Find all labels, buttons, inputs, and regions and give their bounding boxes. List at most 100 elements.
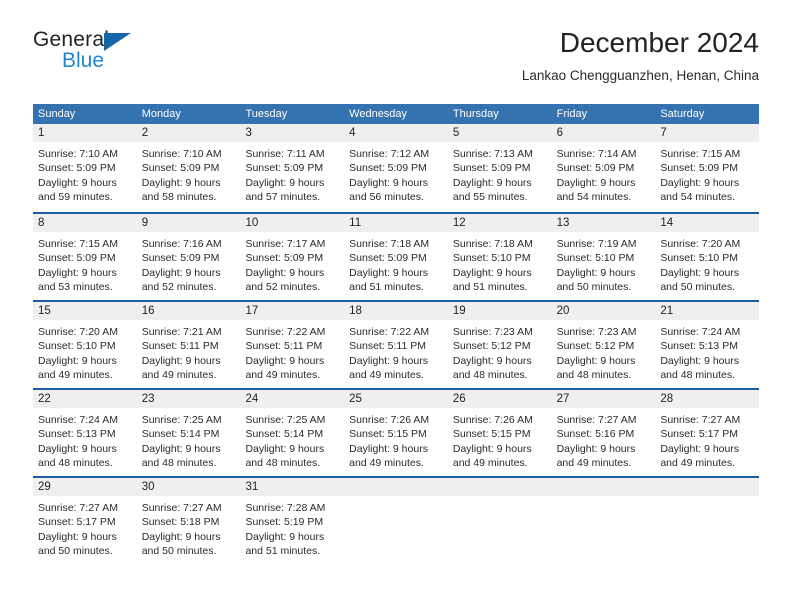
sunset-time: Sunset: 5:09 PM (452, 162, 531, 175)
sunrise-time: Sunrise: 7:26 AM (452, 414, 533, 426)
day-details: Sunrise: 7:21 AM Sunset: 5:11 PM Daylight:… (137, 320, 241, 382)
day-number: 27 (551, 390, 656, 408)
day-number: 4 (344, 124, 448, 142)
sunrise-time: Sunrise: 7:15 AM (660, 148, 741, 160)
calendar-day-cell[interactable]: 17 Sunrise: 7:22 AM Sunset: 5:11 PM Dayligh… (240, 302, 345, 388)
sunset-time: Sunset: 5:12 PM (452, 340, 531, 353)
calendar-day-cell[interactable]: 8 Sunrise: 7:15 AM Sunset: 5:09 PM Daylight… (33, 214, 137, 300)
day-number: 17 (240, 302, 345, 320)
sunrise-time: Sunrise: 7:16 AM (141, 238, 222, 250)
sunset-time: Sunset: 5:15 PM (349, 428, 427, 441)
calendar-day-cell[interactable]: 13 Sunrise: 7:19 AM Sunset: 5:10 PM Dayligh… (551, 214, 656, 300)
daylight-duration-line2: and 48 minutes. (452, 368, 528, 381)
sunset-time: Sunset: 5:17 PM (660, 428, 738, 441)
calendar-day-cell[interactable]: 10 Sunrise: 7:17 AM Sunset: 5:09 PM Dayligh… (240, 214, 345, 300)
calendar-day-cell-empty (447, 478, 552, 564)
day-details: Sunrise: 7:25 AM Sunset: 5:14 PM Daylight:… (240, 408, 344, 470)
daylight-duration-line2: and 49 minutes. (556, 456, 632, 469)
calendar-day-cell[interactable]: 22 Sunrise: 7:24 AM Sunset: 5:13 PM Dayligh… (33, 390, 137, 476)
sunset-time: Sunset: 5:12 PM (556, 340, 635, 353)
sunset-time: Sunset: 5:18 PM (141, 516, 220, 529)
calendar-day-cell[interactable]: 16 Sunrise: 7:21 AM Sunset: 5:11 PM Dayligh… (136, 302, 241, 388)
calendar-day-cell[interactable]: 27 Sunrise: 7:27 AM Sunset: 5:16 PM Dayligh… (551, 390, 656, 476)
sunrise-time: Sunrise: 7:18 AM (349, 238, 430, 250)
calendar-day-cell[interactable]: 5 Sunrise: 7:13 AM Sunset: 5:09 PM Daylight… (447, 124, 552, 212)
day-number: 28 (655, 390, 760, 408)
calendar-day-cell[interactable]: 12 Sunrise: 7:18 AM Sunset: 5:10 PM Dayligh… (447, 214, 552, 300)
daylight-duration-line1: Daylight: 9 hours (452, 354, 532, 367)
calendar-day-cell[interactable]: 21 Sunrise: 7:24 AM Sunset: 5:13 PM Dayligh… (655, 302, 760, 388)
calendar-day-cell[interactable]: 2 Sunrise: 7:10 AM Sunset: 5:09 PM Daylight… (136, 124, 241, 212)
calendar-day-cell[interactable]: 4 Sunrise: 7:12 AM Sunset: 5:09 PM Daylight… (344, 124, 448, 212)
day-details: Sunrise: 7:15 AM Sunset: 5:09 PM Daylight:… (655, 142, 759, 204)
day-number: 13 (551, 214, 656, 232)
daylight-duration-line2: and 48 minutes. (556, 368, 632, 381)
calendar-day-cell[interactable]: 29 Sunrise: 7:27 AM Sunset: 5:17 PM Dayligh… (33, 478, 137, 564)
day-number: 18 (344, 302, 448, 320)
daylight-duration-line2: and 58 minutes. (141, 190, 217, 203)
weekday-header-row: Sunday Monday Tuesday Wednesday Thursday… (33, 104, 759, 124)
day-number: 6 (551, 124, 656, 142)
day-number (447, 478, 552, 496)
day-details: Sunrise: 7:28 AM Sunset: 5:19 PM Daylight:… (240, 496, 344, 558)
calendar-day-cell[interactable]: 15 Sunrise: 7:20 AM Sunset: 5:10 PM Dayligh… (33, 302, 137, 388)
calendar-day-cell[interactable]: 20 Sunrise: 7:23 AM Sunset: 5:12 PM Dayligh… (551, 302, 656, 388)
calendar-day-cell[interactable]: 1 Sunrise: 7:10 AM Sunset: 5:09 PM Daylight… (33, 124, 137, 212)
daylight-duration-line1: Daylight: 9 hours (349, 266, 428, 279)
daylight-duration-line2: and 49 minutes. (141, 368, 217, 381)
calendar-day-cell[interactable]: 23 Sunrise: 7:25 AM Sunset: 5:14 PM Dayligh… (136, 390, 241, 476)
general-blue-logo[interactable]: General Blue (33, 28, 233, 84)
sunset-time: Sunset: 5:10 PM (556, 252, 635, 265)
calendar-week-row: 1 Sunrise: 7:10 AM Sunset: 5:09 PM Daylight… (33, 124, 760, 212)
sunset-time: Sunset: 5:09 PM (349, 252, 427, 265)
day-number: 20 (551, 302, 656, 320)
daylight-duration-line2: and 55 minutes. (452, 190, 528, 203)
daylight-duration-line2: and 49 minutes. (452, 456, 528, 469)
calendar-day-cell[interactable]: 9 Sunrise: 7:16 AM Sunset: 5:09 PM Daylight… (136, 214, 241, 300)
day-details: Sunrise: 7:12 AM Sunset: 5:09 PM Daylight:… (344, 142, 448, 204)
calendar-day-cell[interactable]: 19 Sunrise: 7:23 AM Sunset: 5:12 PM Dayligh… (447, 302, 552, 388)
daylight-duration-line2: and 52 minutes. (245, 280, 321, 293)
daylight-duration-line2: and 49 minutes. (349, 368, 424, 381)
day-number (655, 478, 760, 496)
sunrise-time: Sunrise: 7:27 AM (556, 414, 637, 426)
daylight-duration-line2: and 54 minutes. (660, 190, 736, 203)
calendar-day-cell[interactable]: 31 Sunrise: 7:28 AM Sunset: 5:19 PM Dayligh… (240, 478, 345, 564)
day-number: 2 (136, 124, 241, 142)
calendar-day-cell[interactable]: 14 Sunrise: 7:20 AM Sunset: 5:10 PM Dayligh… (655, 214, 760, 300)
day-details: Sunrise: 7:27 AM Sunset: 5:18 PM Daylight:… (137, 496, 241, 558)
calendar-day-cell[interactable]: 11 Sunrise: 7:18 AM Sunset: 5:09 PM Dayligh… (344, 214, 448, 300)
calendar-day-cell[interactable]: 30 Sunrise: 7:27 AM Sunset: 5:18 PM Dayligh… (136, 478, 241, 564)
day-details: Sunrise: 7:19 AM Sunset: 5:10 PM Daylight:… (552, 232, 656, 294)
page-subtitle: Lankao Chengguanzhen, Henan, China (521, 68, 759, 83)
calendar-day-cell[interactable]: 26 Sunrise: 7:26 AM Sunset: 5:15 PM Dayligh… (447, 390, 552, 476)
sunrise-time: Sunrise: 7:10 AM (141, 148, 222, 160)
day-details: Sunrise: 7:24 AM Sunset: 5:13 PM Daylight:… (33, 408, 137, 470)
sunset-time: Sunset: 5:09 PM (660, 162, 738, 175)
day-number (551, 478, 656, 496)
calendar-day-cell[interactable]: 6 Sunrise: 7:14 AM Sunset: 5:09 PM Daylight… (551, 124, 656, 212)
daylight-duration-line2: and 49 minutes. (660, 456, 736, 469)
sunset-time: Sunset: 5:11 PM (141, 340, 219, 353)
calendar-day-cell[interactable]: 24 Sunrise: 7:25 AM Sunset: 5:14 PM Dayligh… (240, 390, 345, 476)
sunrise-time: Sunrise: 7:20 AM (660, 238, 741, 250)
sunset-time: Sunset: 5:11 PM (349, 340, 427, 353)
calendar-day-cell[interactable]: 7 Sunrise: 7:15 AM Sunset: 5:09 PM Daylight… (655, 124, 760, 212)
daylight-duration-line1: Daylight: 9 hours (452, 176, 532, 189)
calendar-day-cell[interactable]: 25 Sunrise: 7:26 AM Sunset: 5:15 PM Dayligh… (344, 390, 448, 476)
calendar-day-cell[interactable]: 18 Sunrise: 7:22 AM Sunset: 5:11 PM Dayligh… (344, 302, 448, 388)
daylight-duration-line1: Daylight: 9 hours (38, 354, 117, 367)
calendar-day-cell[interactable]: 28 Sunrise: 7:27 AM Sunset: 5:17 PM Dayligh… (655, 390, 760, 476)
sunrise-time: Sunrise: 7:28 AM (245, 502, 326, 514)
logo-text-blue: Blue (62, 49, 105, 72)
daylight-duration-line1: Daylight: 9 hours (245, 530, 325, 543)
daylight-duration-line2: and 48 minutes. (141, 456, 217, 469)
daylight-duration-line1: Daylight: 9 hours (38, 530, 117, 543)
calendar-day-cell[interactable]: 3 Sunrise: 7:11 AM Sunset: 5:09 PM Daylight… (240, 124, 345, 212)
sunrise-time: Sunrise: 7:11 AM (245, 148, 325, 160)
sunset-time: Sunset: 5:14 PM (245, 428, 324, 441)
day-number: 16 (136, 302, 241, 320)
day-number: 31 (240, 478, 345, 496)
daylight-duration-line2: and 53 minutes. (38, 280, 113, 293)
day-details: Sunrise: 7:23 AM Sunset: 5:12 PM Daylight:… (552, 320, 656, 382)
